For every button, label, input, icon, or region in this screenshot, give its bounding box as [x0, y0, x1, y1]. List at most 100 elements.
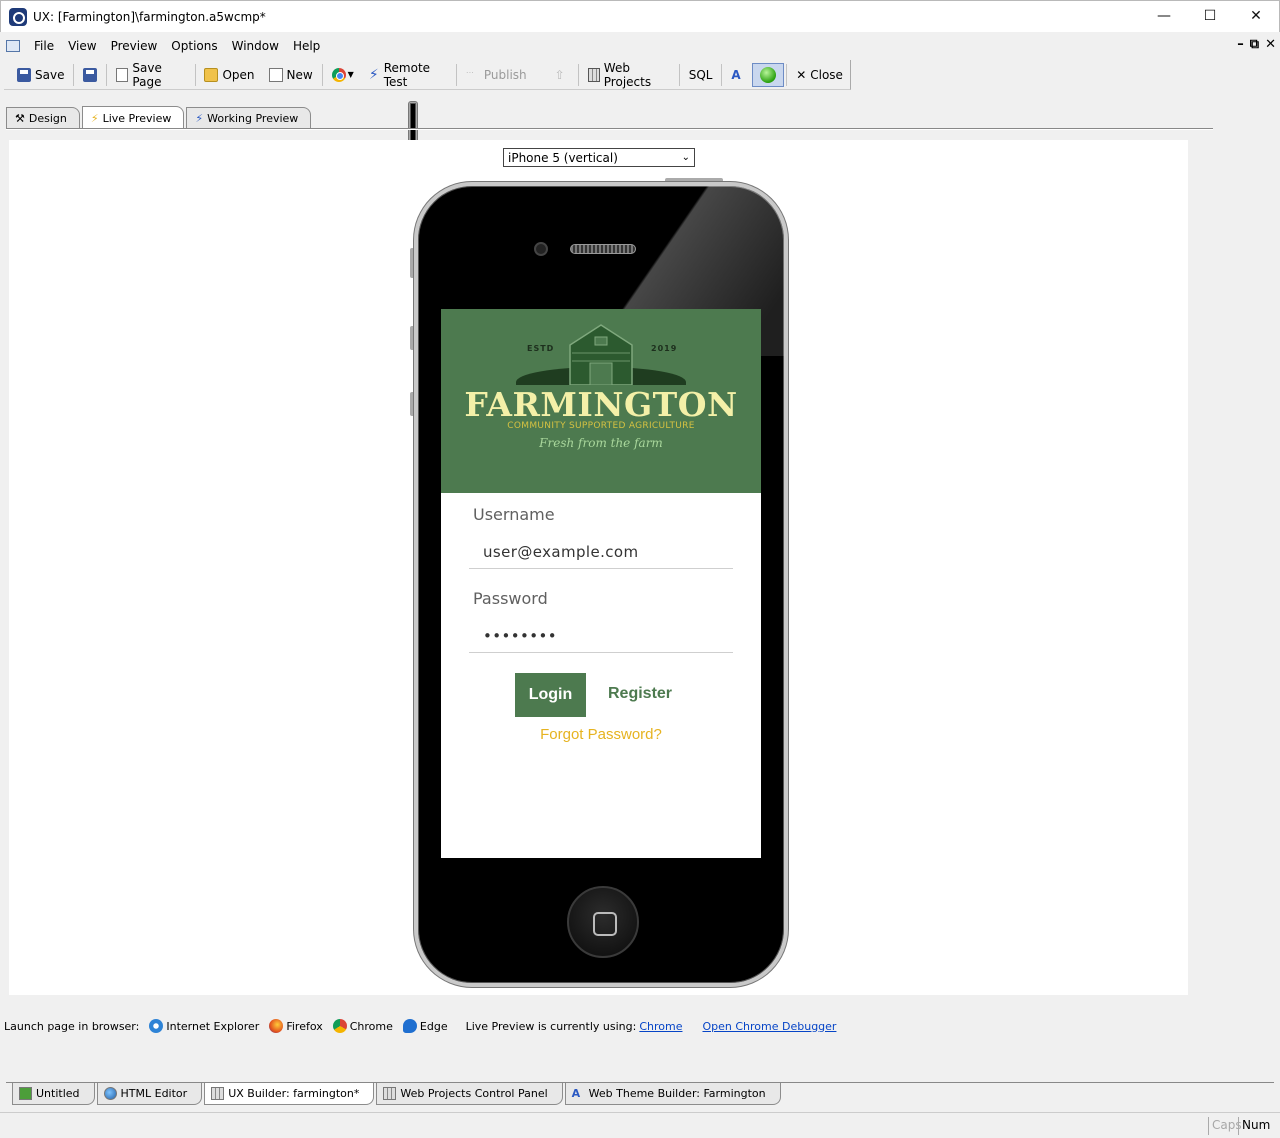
tab-live-preview-label: Live Preview — [102, 111, 172, 125]
window-controls: — ☐ ✕ — [1141, 1, 1279, 31]
live-preview-status-text: Live Preview is currently using: — [465, 1019, 637, 1033]
camera-icon — [534, 242, 548, 256]
edge-icon — [402, 1019, 417, 1033]
menu-help[interactable]: Help — [293, 39, 320, 53]
password-label: Password — [473, 589, 548, 608]
menu-options[interactable]: Options — [171, 39, 217, 53]
menu-preview[interactable]: Preview — [111, 39, 158, 53]
brand-tagline: Fresh from the farm — [539, 436, 663, 450]
launch-chrome[interactable]: Chrome — [332, 1019, 393, 1033]
new-button[interactable]: New — [262, 63, 320, 87]
publish-icon: ⋯ — [465, 67, 474, 77]
year-label: 2019 — [651, 344, 678, 353]
chrome-label: Chrome — [349, 1019, 393, 1033]
firefox-label: Firefox — [286, 1019, 323, 1033]
forgot-password-link[interactable]: Forgot Password? — [441, 726, 761, 743]
save-label: Save — [35, 67, 65, 82]
register-link[interactable]: Register — [608, 685, 672, 703]
toolbar-separator — [577, 63, 579, 86]
new-page-icon — [268, 67, 283, 82]
doc-tab-untitled[interactable]: Untitled — [12, 1083, 95, 1105]
mdi-close-icon[interactable]: ✕ — [1265, 37, 1276, 52]
new-label: New — [286, 67, 313, 82]
save-button[interactable]: Save — [10, 63, 71, 87]
document-menu-icon[interactable] — [6, 40, 20, 52]
launch-firefox[interactable]: Firefox — [269, 1019, 323, 1033]
close-window-button[interactable]: ✕ — [1233, 1, 1279, 31]
save-page-label: Save Page — [132, 60, 162, 89]
password-field[interactable]: •••••••• — [469, 619, 733, 653]
login-button[interactable]: Login — [515, 673, 586, 717]
lightning-icon: ⚡ — [368, 66, 379, 83]
minimize-button[interactable]: — — [1141, 1, 1187, 31]
toolbar: Save Save Page Open New ▼ ⚡ Remote Test … — [4, 60, 851, 907]
sql-button[interactable]: SQL — [682, 63, 720, 87]
remote-test-button[interactable]: ⚡ Remote Test — [361, 61, 454, 89]
live-preview-panel: iPhone 5 (vertical) ⌄ ESTD 2019 FARMINGT… — [9, 140, 1188, 995]
brand-subtitle: COMMUNITY SUPPORTED AGRICULTURE — [507, 421, 695, 431]
open-label: Open — [222, 67, 255, 82]
internet-explorer-label: Internet Explorer — [166, 1019, 260, 1033]
doc-tab-ux-builder[interactable]: UX Builder: farmington* — [204, 1083, 375, 1105]
save-as-button[interactable] — [76, 63, 104, 87]
save-page-button[interactable]: Save Page — [109, 60, 192, 89]
document-tabs: Untitled HTML Editor UX Builder: farming… — [6, 1082, 1274, 1106]
launch-edge[interactable]: Edge — [402, 1019, 448, 1033]
web-projects-button[interactable]: Web Projects — [581, 61, 677, 89]
live-preview-browser-link[interactable]: Chrome — [639, 1020, 682, 1033]
close-button[interactable]: ✕ Close — [789, 63, 850, 87]
username-field[interactable]: user@example.com — [469, 535, 733, 569]
open-button[interactable]: Open — [197, 63, 261, 87]
tab-working-preview[interactable]: ⚡ Working Preview — [186, 107, 312, 129]
mdi-restore-icon[interactable]: ⧉ — [1250, 37, 1259, 52]
table-icon — [19, 1087, 32, 1100]
toolbar-separator — [321, 63, 323, 86]
device-select[interactable]: iPhone 5 (vertical) ⌄ — [503, 148, 695, 167]
device-select-value: iPhone 5 (vertical) — [508, 150, 618, 165]
tabs-divider — [6, 128, 1213, 130]
tab-live-preview[interactable]: ⚡ Live Preview — [81, 106, 185, 129]
publish-button[interactable]: ⋯ Publish — [459, 63, 534, 87]
estd-label: ESTD — [527, 344, 555, 353]
mdi-minimize-icon[interactable]: – — [1237, 37, 1244, 52]
maximize-button[interactable]: ☐ — [1187, 1, 1233, 31]
browser-select-button[interactable]: ▼ — [325, 63, 361, 87]
status-bar: Caps Num — [0, 1112, 1280, 1138]
doc-tab-web-projects-label: Web Projects Control Panel — [400, 1087, 548, 1100]
doc-tab-web-projects[interactable]: Web Projects Control Panel — [376, 1083, 563, 1105]
mobile-publish-button[interactable] — [409, 63, 548, 907]
doc-tab-html-editor[interactable]: HTML Editor — [96, 1083, 203, 1105]
open-chrome-debugger-link[interactable]: Open Chrome Debugger — [702, 1020, 836, 1033]
launch-label: Launch page in browser: — [4, 1019, 140, 1033]
firefox-icon — [269, 1019, 284, 1033]
publish-label: Publish — [483, 67, 527, 82]
menu-window[interactable]: Window — [232, 39, 279, 53]
upload-button[interactable]: ⇧ — [548, 63, 576, 87]
app-logo-icon — [9, 7, 27, 26]
launch-internet-explorer[interactable]: Internet Explorer — [149, 1019, 259, 1033]
barn-icon — [569, 324, 633, 385]
menu-file[interactable]: File — [34, 39, 54, 53]
internet-explorer-icon — [149, 1019, 164, 1033]
doc-tab-web-theme-builder[interactable]: A Web Theme Builder: Farmington — [564, 1083, 781, 1105]
username-label: Username — [473, 505, 555, 524]
upload-icon: ⇧ — [554, 67, 565, 82]
text-dictionary-button[interactable]: A — [724, 63, 752, 87]
live-status-button[interactable] — [752, 62, 785, 87]
doc-tab-web-theme-builder-label: Web Theme Builder: Farmington — [588, 1087, 766, 1100]
status-separator — [1238, 1117, 1239, 1135]
menu-view[interactable]: View — [68, 39, 96, 53]
chrome-icon — [332, 1019, 347, 1033]
folder-icon — [204, 67, 219, 82]
globe-icon — [103, 1087, 117, 1100]
title-bar: UX: [Farmington]\farmington.a5wcmp* — ☐ … — [0, 0, 1280, 32]
home-button[interactable] — [567, 886, 639, 958]
brand-logo-text: FARMINGTON — [464, 385, 738, 424]
view-tabs: ⚒ Design ⚡ Live Preview ⚡ Working Previe… — [6, 106, 313, 129]
ux-builder-icon — [211, 1087, 225, 1100]
save-as-icon — [83, 67, 98, 82]
tab-design[interactable]: ⚒ Design — [6, 107, 80, 129]
save-page-icon — [116, 67, 129, 82]
close-label: Close — [810, 67, 843, 82]
speaker-icon — [570, 244, 636, 254]
